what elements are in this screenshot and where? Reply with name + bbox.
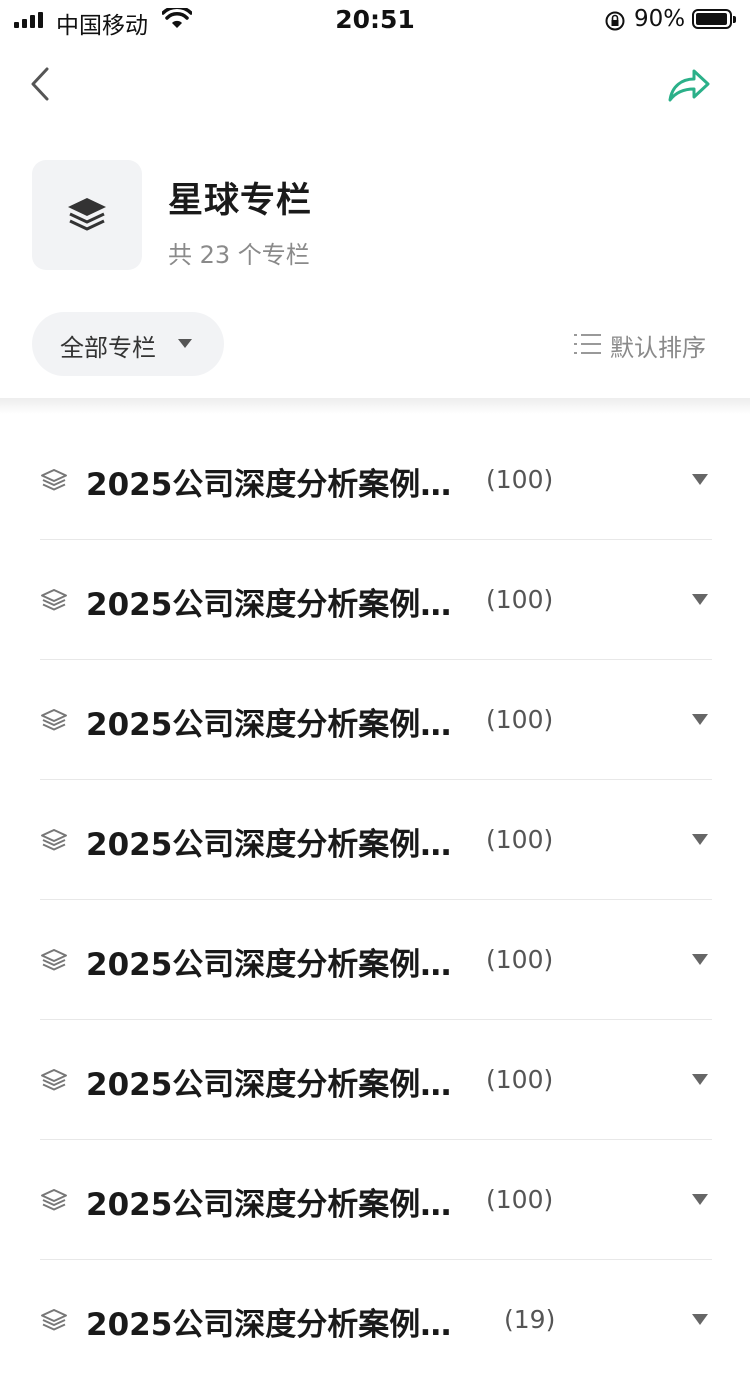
column-row[interactable]: 2025公司深度分析案例… (100) bbox=[0, 900, 750, 1020]
column-title: 2025公司深度分析案例… bbox=[86, 467, 452, 503]
chevron-left-icon bbox=[31, 67, 49, 101]
column-article-count: (100) bbox=[486, 945, 554, 974]
column-article-count: (100) bbox=[486, 1065, 554, 1094]
sort-label: 默认排序 bbox=[610, 334, 706, 362]
column-title: 2025公司深度分析案例… bbox=[86, 707, 452, 743]
column-title: 2025公司深度分析案例… bbox=[86, 1307, 452, 1343]
column-row[interactable]: 2025公司深度分析案例… (100) bbox=[0, 1140, 750, 1260]
back-button[interactable] bbox=[26, 66, 56, 102]
layers-icon bbox=[41, 469, 67, 491]
expand-caret-icon[interactable] bbox=[692, 1194, 708, 1205]
column-group-avatar bbox=[32, 160, 142, 270]
column-article-count: (100) bbox=[486, 465, 554, 494]
layers-icon bbox=[41, 589, 67, 611]
layers-icon bbox=[41, 1309, 67, 1331]
filter-label: 全部专栏 bbox=[60, 334, 156, 362]
expand-caret-icon[interactable] bbox=[692, 954, 708, 965]
expand-caret-icon[interactable] bbox=[692, 594, 708, 605]
column-row[interactable]: 2025公司深度分析案例… (100) bbox=[0, 540, 750, 660]
column-title: 2025公司深度分析案例… bbox=[86, 947, 452, 983]
rotation-lock-icon bbox=[605, 11, 625, 31]
expand-caret-icon[interactable] bbox=[692, 834, 708, 845]
column-title: 2025公司深度分析案例… bbox=[86, 1187, 452, 1223]
column-article-count: (100) bbox=[486, 1185, 554, 1214]
column-list: 2025公司深度分析案例… (100) 2025公司深度分析案例… (100) … bbox=[0, 420, 750, 1380]
column-article-count: (19) bbox=[504, 1305, 556, 1334]
layers-icon bbox=[41, 949, 67, 971]
column-title: 2025公司深度分析案例… bbox=[86, 587, 452, 623]
page-title: 星球专栏 bbox=[168, 181, 313, 221]
expand-caret-icon[interactable] bbox=[692, 714, 708, 725]
caret-down-icon bbox=[178, 339, 192, 348]
column-row[interactable]: 2025公司深度分析案例… (100) bbox=[0, 780, 750, 900]
column-row[interactable]: 2025公司深度分析案例… (100) bbox=[0, 660, 750, 780]
column-row[interactable]: 2025公司深度分析案例… (19) bbox=[0, 1260, 750, 1380]
layers-icon bbox=[41, 829, 67, 851]
share-button[interactable] bbox=[666, 66, 712, 104]
column-title: 2025公司深度分析案例… bbox=[86, 827, 452, 863]
layers-icon bbox=[41, 709, 67, 731]
column-count: 共 23 个专栏 bbox=[168, 241, 310, 269]
battery-percent: 90% bbox=[634, 6, 686, 32]
list-sort-icon bbox=[574, 334, 601, 354]
battery-icon bbox=[692, 9, 736, 29]
column-article-count: (100) bbox=[486, 705, 554, 734]
expand-caret-icon[interactable] bbox=[692, 1074, 708, 1085]
layers-icon bbox=[41, 1189, 67, 1211]
expand-caret-icon[interactable] bbox=[692, 1314, 708, 1325]
layers-icon bbox=[41, 1069, 67, 1091]
share-arrow-icon bbox=[668, 69, 710, 102]
column-title: 2025公司深度分析案例… bbox=[86, 1067, 452, 1103]
column-row[interactable]: 2025公司深度分析案例… (100) bbox=[0, 1020, 750, 1140]
column-filter-dropdown[interactable]: 全部专栏 bbox=[32, 312, 224, 376]
column-row[interactable]: 2025公司深度分析案例… (100) bbox=[0, 420, 750, 540]
section-divider bbox=[0, 398, 750, 414]
status-bar: 中国移动 20:51 90% bbox=[0, 0, 750, 40]
column-article-count: (100) bbox=[486, 825, 554, 854]
expand-caret-icon[interactable] bbox=[692, 474, 708, 485]
column-article-count: (100) bbox=[486, 585, 554, 614]
layers-icon bbox=[68, 198, 106, 231]
